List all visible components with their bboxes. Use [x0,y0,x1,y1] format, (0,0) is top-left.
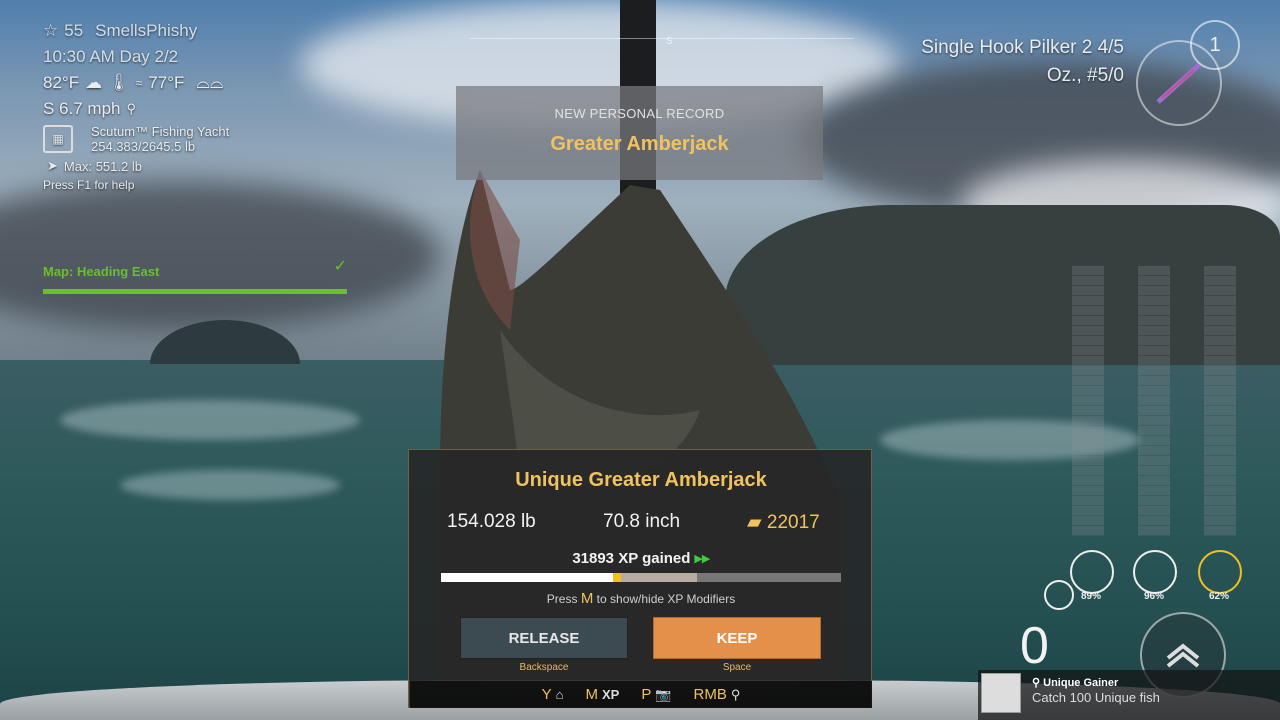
compass-heading: S [666,36,673,47]
quest-progress-bar [43,289,347,294]
release-key-label: Backspace [519,662,569,673]
tackle-line2: Oz., #5/0 [1046,65,1124,86]
player-info: ☆ 55 SmellsPhishy 10:30 AM Day 2/2 82°F … [43,18,363,192]
xp-progress-bar [441,573,841,582]
air-temp: 82°F [43,73,80,92]
cloud-icon: ☁ [85,73,103,92]
compass: S [470,36,854,52]
water-glint [120,470,340,500]
line-spool-icon [1044,580,1074,610]
tension-meter [1138,266,1170,536]
shortcut-key: M [585,686,598,703]
check-icon: ✓ [333,258,347,275]
xp-bar-current [441,573,613,582]
line-gauge-icon [1070,550,1114,594]
shortcut-bar: Y ⌂ M XP P 📷 RMB ⚲ [410,681,872,708]
reel-speed-value: 0 [1020,617,1049,675]
trophy-icon: ⌂ [555,687,564,702]
release-button[interactable]: RELEASE [460,617,628,659]
xp-bar-modifiers [621,573,697,582]
hint-prefix: Press [546,592,578,606]
rod-gauge-icon [1133,550,1177,594]
tension-meter [1204,266,1236,536]
catch-panel: Unique Greater Amberjack 154.028 lb 70.8… [408,449,872,708]
shortcut-fish[interactable]: RMB ⚲ [694,686,741,703]
weather-row: 82°F ☁ 🌡 ≈ 77°F ⌓⌓ [43,70,363,96]
xp-icon: XP [601,687,620,702]
fish-icon: ⚲ [730,686,741,702]
achievement-desc: Catch 100 Unique fish [1032,690,1160,705]
max-fish-row: ➤ Max: 551.2 lb [43,158,363,174]
personal-record-banner: NEW PERSONAL RECORD Greater Amberjack [456,86,823,180]
record-fish-name: Greater Amberjack [550,133,729,155]
time-row: 10:30 AM Day 2/2 [43,44,363,70]
water-glint [60,400,360,440]
gold-bars-icon: ▰ [747,512,762,533]
lure-count: 1 [1190,20,1240,70]
xp-bar-gain [613,573,621,582]
quest-tracker: Map: Heading East ✓ [43,258,347,294]
pin-icon: ⚲ [1032,677,1044,689]
shortcut-camera[interactable]: P 📷 [641,686,671,703]
reel-gauge-percent: 62% [1208,591,1229,602]
keep-key-label: Space [722,662,752,673]
achievement-toast: ⚲ Unique Gainer Catch 100 Unique fish [978,670,1280,720]
shortcut-trophy[interactable]: Y ⌂ [542,686,564,703]
shortcut-key: RMB [693,686,727,703]
shortcut-key: P [641,686,652,703]
shortcut-key: Y [541,686,552,703]
wind-speed: S 6.7 mph [43,99,121,118]
tackle-line1: Single Hook Pilker 2 4/5 [921,37,1124,58]
record-caption: NEW PERSONAL RECORD [554,106,725,121]
achievement-title-text: Unique Gainer [1043,677,1119,689]
catch-title: Unique Greater Amberjack [515,469,767,491]
hint-suffix: to show/hide XP Modifiers [596,592,736,606]
water-temp: 77°F [148,73,185,92]
tackle-info: Single Hook Pilker 2 4/5 Oz., #5/0 [921,34,1124,90]
wind-row: S 6.7 mph ⚲ [43,96,363,122]
player-name: SmellsPhishy [95,21,198,40]
fast-forward-icon: ▸▸ [694,550,710,567]
fish-weight: 154.028 lb [447,511,536,532]
quest-label: Map: Heading East [43,264,160,279]
boat-load: 254.383/2645.5 lb [91,139,196,154]
player-level: 55 [64,21,84,40]
xp-gained: 31893 XP gained ▸▸ [409,549,873,567]
achievement-icon [981,673,1021,713]
rod-gauge-percent: 96% [1143,591,1164,602]
compass-line [470,38,854,39]
reel-gauge-icon [1198,550,1242,594]
keepnet-icon: ▦ [43,125,73,153]
help-hint-text: Press F1 for help [43,178,135,192]
fish-value: ▰ 22017 [747,511,820,534]
camera-icon: 📷 [655,686,672,702]
fish-length: 70.8 inch [603,511,681,532]
star-icon: ☆ [43,21,59,40]
wave-icon: ≈ [135,76,143,90]
wind-icon: ⚲ [126,101,137,116]
thermometer-icon: 🌡 [108,73,130,92]
sunglasses-icon: ⌓⌓ [196,73,224,92]
game-time: 10:30 AM Day 2/2 [43,47,179,66]
boat-name: Scutum™ Fishing Yacht [91,124,230,139]
boat-row: ▦ Scutum™ Fishing Yacht 254.383/2645.5 l… [43,124,363,154]
line-gauge-percent: 89% [1080,591,1101,602]
player-row: ☆ 55 SmellsPhishy [43,18,363,44]
achievement-title: ⚲ Unique Gainer [1032,676,1118,689]
max-fish-weight: Max: 551.2 lb [63,158,142,174]
hint-key: M [580,590,594,607]
tension-meter [1072,266,1104,536]
fish-money: 22017 [766,512,820,533]
xp-modifier-hint: Press M to show/hide XP Modifiers [409,590,873,607]
help-hint: Press F1 for help [43,178,363,192]
shortcut-xp[interactable]: M XP [585,686,619,703]
xp-gained-text: 31893 XP gained [572,550,691,567]
fish-icon: ➤ [47,158,58,173]
keep-button[interactable]: KEEP [653,617,821,659]
